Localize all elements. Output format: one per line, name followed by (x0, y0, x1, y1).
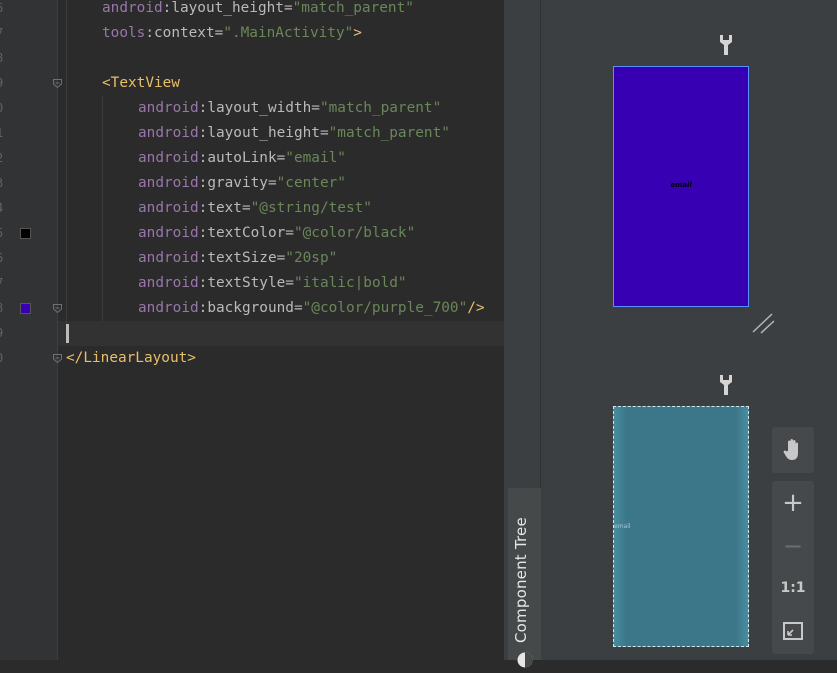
pin-icon[interactable] (719, 34, 733, 56)
zoom-out-button[interactable]: − (772, 525, 814, 567)
pan-tool-group (772, 427, 814, 473)
code-token: "@string/test" (250, 200, 372, 216)
blueprint-margin-right (736, 407, 748, 646)
blueprint-surface[interactable]: email (613, 406, 749, 647)
code-token: :textStyle= (198, 275, 294, 291)
code-line[interactable]: android:textColor="@color/black" (138, 221, 415, 246)
color-swatch-icon[interactable] (20, 303, 31, 314)
resize-handle-icon[interactable] (750, 311, 776, 335)
code-token: :layout_height= (198, 125, 329, 141)
code-token: android (138, 150, 199, 166)
line-number: 1 (0, 121, 8, 146)
code-token: "italic|bold" (293, 275, 407, 291)
code-token: :textSize= (198, 250, 286, 266)
code-token: tools (102, 25, 146, 41)
code-token: android (138, 200, 199, 216)
code-line[interactable]: android:background="@color/purple_700"/> (138, 296, 485, 321)
line-number: 5 (0, 221, 8, 246)
hand-icon (783, 439, 798, 460)
code-token: android (138, 100, 199, 116)
code-token: :textColor= (198, 225, 294, 241)
code-token: android (102, 0, 163, 16)
design-textview-text: email (670, 181, 692, 189)
code-token: :text= (198, 200, 251, 216)
line-number: 6 (0, 246, 8, 271)
line-number: 9 (0, 71, 8, 96)
line-number: 2 (0, 146, 8, 171)
current-line-highlight (58, 321, 504, 346)
line-number: 7 (0, 21, 8, 46)
code-token: "email" (285, 150, 346, 166)
code-line[interactable]: android:gravity="center" (138, 171, 346, 196)
code-token: android (138, 275, 199, 291)
code-token: > (353, 25, 362, 41)
pin-icon[interactable] (719, 374, 733, 396)
component-tree-icon[interactable] (516, 651, 534, 669)
code-token: :layout_height= (162, 0, 293, 16)
code-line[interactable]: android:textSize="20sp" (138, 246, 337, 271)
code-token: android (138, 250, 199, 266)
indent-guide (66, 0, 67, 346)
code-token: "match_parent" (319, 100, 442, 116)
zoom-in-button[interactable]: + (772, 482, 814, 524)
indent-guide (102, 96, 103, 321)
code-token: :layout_width= (198, 100, 320, 116)
line-number: 4 (0, 196, 8, 221)
code-token: android (138, 125, 199, 141)
code-token: "match_parent" (292, 0, 414, 16)
code-line[interactable]: android:layout_height="match_parent" (102, 0, 414, 21)
code-token: /> (467, 300, 485, 316)
code-token: :gravity= (198, 175, 277, 191)
component-tree-label[interactable]: Component Tree (512, 517, 530, 643)
code-line[interactable]: tools:context=".MainActivity"> (102, 21, 362, 46)
code-line[interactable]: </LinearLayout> (66, 346, 196, 371)
code-token: </LinearLayout> (66, 350, 196, 366)
line-number: 3 (0, 171, 8, 196)
code-token: android (138, 175, 199, 191)
code-token: ".MainActivity" (223, 25, 354, 41)
color-swatch-icon[interactable] (20, 228, 31, 239)
code-token: :autoLink= (198, 150, 286, 166)
line-number: 8 (0, 296, 8, 321)
line-number: 0 (0, 346, 8, 371)
code-line[interactable]: android:textStyle="italic|bold" (138, 271, 407, 296)
fold-icon[interactable] (52, 303, 63, 314)
code-token: :background= (198, 300, 303, 316)
code-line[interactable]: <TextView (102, 71, 180, 96)
code-token: "center" (276, 175, 346, 191)
line-number: 7 (0, 271, 8, 296)
line-number: 8 (0, 46, 8, 71)
code-token: :context= (145, 25, 224, 41)
code-token: "20sp" (285, 250, 338, 266)
fold-icon[interactable] (52, 353, 63, 364)
pan-button[interactable] (772, 429, 814, 471)
code-token: "@color/purple_700" (302, 300, 468, 316)
blueprint-textview-text: email (614, 523, 631, 530)
actual-size-button[interactable]: 1:1 (772, 567, 814, 609)
fold-icon[interactable] (52, 78, 63, 89)
text-caret (66, 324, 69, 343)
code-token: "match_parent" (328, 125, 450, 141)
code-token: android (138, 225, 199, 241)
line-number: 6 (0, 0, 8, 21)
code-line[interactable]: android:layout_width="match_parent" (138, 96, 441, 121)
line-number: 0 (0, 96, 8, 121)
code-editor[interactable]: 678901234567890 android:layout_height="m… (0, 0, 504, 660)
editor-gutter (0, 0, 57, 660)
zoom-to-fit-button[interactable] (772, 610, 814, 652)
code-line[interactable]: android:autoLink="email" (138, 146, 346, 171)
code-line[interactable]: android:layout_height="match_parent" (138, 121, 450, 146)
zoom-tool-group: + − 1:1 (772, 481, 814, 654)
code-token: "@color/black" (293, 225, 416, 241)
code-token: android (138, 300, 199, 316)
zoom-to-fit-icon (783, 622, 803, 640)
line-number: 9 (0, 321, 8, 346)
code-token: <TextView (102, 75, 180, 91)
design-surface[interactable]: email (613, 66, 749, 307)
code-line[interactable]: android:text="@string/test" (138, 196, 372, 221)
